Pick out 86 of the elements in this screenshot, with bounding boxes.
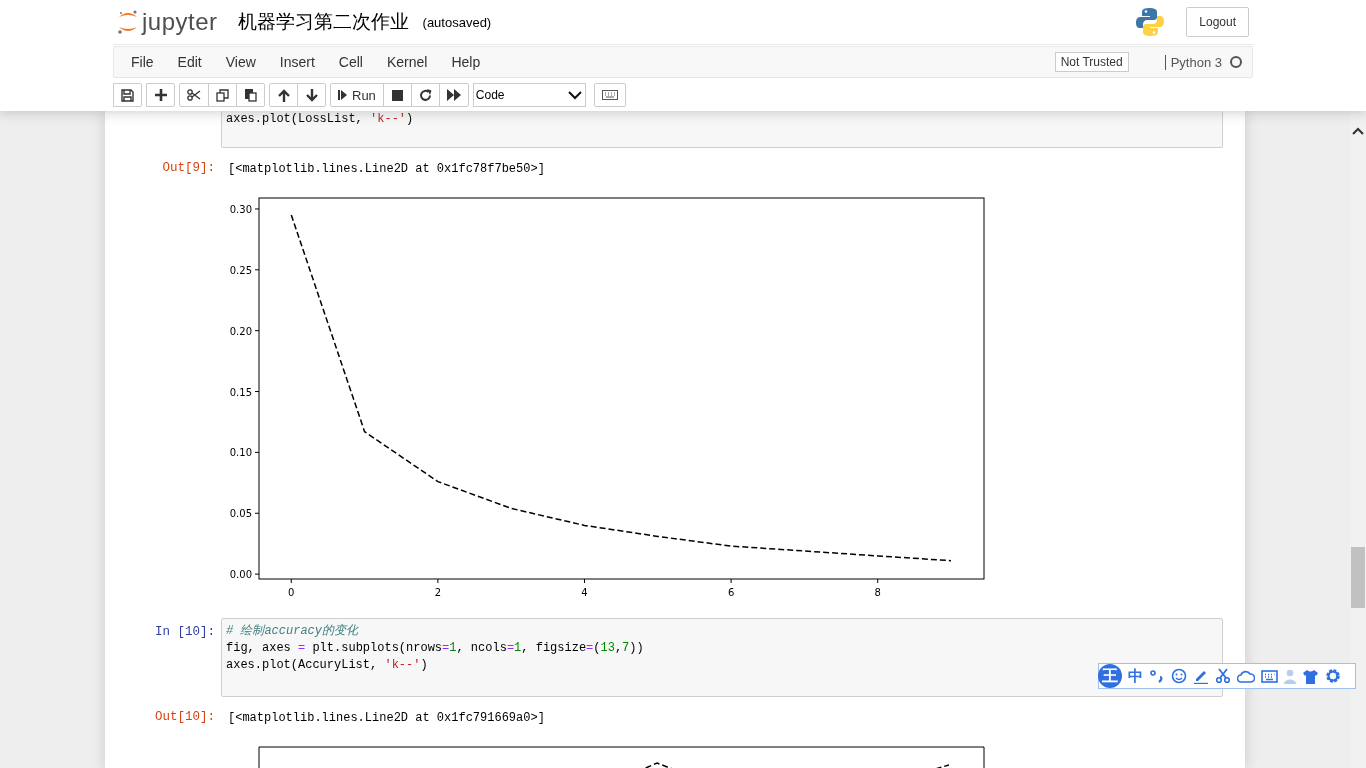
- shirt-icon[interactable]: [1302, 668, 1319, 684]
- insert-cell-button[interactable]: [146, 83, 175, 107]
- x-tick: 4: [581, 578, 588, 598]
- code-line: axes.plot(LossList, 'k--'): [226, 111, 414, 128]
- paste-button[interactable]: [236, 83, 265, 107]
- menu-item[interactable]: View: [213, 54, 268, 70]
- cloud-icon[interactable]: [1237, 669, 1255, 683]
- jupyter-logo-icon: [117, 8, 139, 36]
- menu-item[interactable]: Insert: [267, 54, 327, 70]
- punctuation-icon[interactable]: [1149, 669, 1165, 683]
- y-tick-label: 0.15: [229, 386, 252, 398]
- output-text: [<matplotlib.lines.Line2D at 0x1fc791669a0>]: [227, 710, 545, 727]
- notebook-title[interactable]: 机器学习第二次作业: [237, 9, 409, 35]
- scroll-up-icon[interactable]: [1352, 127, 1364, 135]
- arrow-up-icon: [277, 88, 290, 102]
- y-tick-label: 0.20: [229, 325, 252, 337]
- kernel-name[interactable]: Python 3: [1164, 54, 1222, 70]
- y-tick: 0.30: [229, 203, 260, 215]
- menu-item[interactable]: File: [119, 54, 166, 70]
- cut-button[interactable]: [179, 83, 209, 107]
- y-tick-label: 0.25: [229, 264, 252, 276]
- stop-icon: [391, 89, 403, 101]
- plus-icon: [154, 89, 167, 101]
- autosave-status: (autosaved): [422, 14, 492, 30]
- y-tick-label: 0.05: [229, 508, 252, 520]
- y-tick-label: 0.30: [229, 203, 252, 215]
- y-tick-label: 0.10: [229, 447, 252, 459]
- scissors-icon: [187, 89, 201, 101]
- x-tick: 6: [727, 578, 735, 598]
- keyboard-shortcuts-button[interactable]: [593, 83, 626, 107]
- x-tick: 8: [874, 578, 881, 598]
- ime-logo[interactable]: 王: [1098, 664, 1122, 688]
- x-tick-label: 0: [288, 587, 295, 598]
- y-tick: 0.15: [229, 386, 260, 398]
- settings-icon[interactable]: [1325, 668, 1341, 684]
- copy-button[interactable]: [208, 83, 237, 107]
- copy-icon: [216, 88, 229, 102]
- logout-button[interactable]: Logout: [1186, 7, 1249, 37]
- y-tick-label: 0.00: [229, 569, 252, 581]
- x-tick: 2: [434, 578, 442, 598]
- paste-icon: [244, 88, 257, 102]
- y-tick: 0.10: [229, 447, 260, 459]
- menu-item[interactable]: Edit: [165, 54, 214, 70]
- keyboard-icon: [601, 90, 618, 100]
- menu-item[interactable]: Cell: [326, 54, 375, 70]
- run-all-button[interactable]: [438, 83, 469, 107]
- scissors-icon[interactable]: [1215, 668, 1231, 684]
- code-cell-input[interactable]: axes.plot(LossList, 'k--'): [221, 111, 1223, 148]
- x-tick-label: 6: [727, 587, 735, 598]
- ime-mode-toggle[interactable]: 中: [1128, 666, 1143, 686]
- x-tick-label: 2: [434, 587, 442, 598]
- restart-icon: [418, 88, 432, 102]
- x-tick-label: 8: [874, 587, 881, 598]
- menu-item[interactable]: Help: [439, 54, 493, 70]
- step-forward-icon: [338, 89, 348, 101]
- move-down-button[interactable]: [297, 83, 326, 107]
- arrow-down-icon: [305, 88, 318, 102]
- python-logo-icon: [1136, 7, 1165, 37]
- caret-icon: [567, 90, 582, 100]
- move-up-button[interactable]: [269, 83, 298, 107]
- cell-type-select[interactable]: Code: [472, 83, 586, 107]
- output-text: [<matplotlib.lines.Line2D at 0x1fc78f7be50>]: [227, 161, 545, 178]
- restart-button[interactable]: [410, 83, 440, 107]
- x-tick: 0: [288, 578, 295, 598]
- input-prompt: In [10]:: [155, 625, 215, 639]
- x-tick-label: 4: [581, 587, 588, 598]
- y-tick: 0.00: [229, 569, 260, 581]
- y-tick: 0.25: [229, 264, 260, 276]
- save-button[interactable]: [113, 83, 142, 107]
- scrollbar-thumb[interactable]: [1351, 547, 1365, 608]
- output-prompt: Out[10]:: [155, 710, 215, 724]
- jupyter-logo-text[interactable]: jupyter: [142, 8, 218, 36]
- code-line: # 绘制accuracy的变化: [226, 623, 358, 640]
- keyboard-icon[interactable]: [1261, 669, 1278, 683]
- output-prompt: Out[9]:: [162, 161, 215, 175]
- code-line: axes.plot(AccuryList, 'k--'): [226, 657, 428, 674]
- y-tick: 0.20: [229, 325, 260, 337]
- y-tick: 0.05: [229, 508, 260, 520]
- interrupt-button[interactable]: [382, 83, 412, 107]
- menu-item[interactable]: Kernel: [374, 54, 440, 70]
- fast-forward-icon: [446, 89, 461, 101]
- emoji-icon[interactable]: [1171, 668, 1187, 684]
- code-line: fig, axes = plt.subplots(nrows=1, ncols=1, figsize=(13,7)): [226, 640, 644, 657]
- run-button[interactable]: Run: [330, 83, 384, 107]
- trust-button[interactable]: Not Trusted: [1054, 52, 1129, 72]
- pen-icon[interactable]: [1193, 668, 1209, 684]
